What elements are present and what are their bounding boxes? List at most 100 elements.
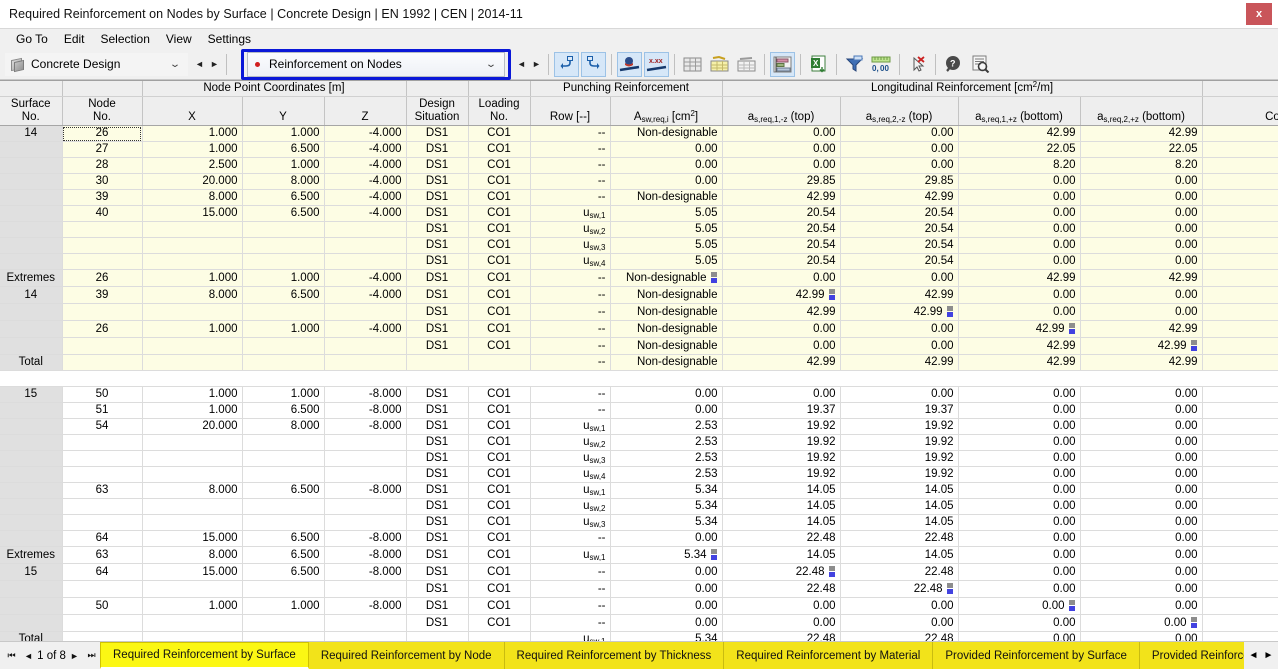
cell-node[interactable] <box>62 355 142 371</box>
cell-asw[interactable]: 0.00 <box>610 615 722 632</box>
cell-ds[interactable]: DS1 <box>406 126 468 142</box>
cell-z[interactable] <box>324 451 406 467</box>
table-row[interactable]: Extremes638.0006.500-8.000DS1CO1usw,15.3… <box>0 547 1278 564</box>
cell-lc[interactable] <box>468 355 530 371</box>
cell-ds[interactable]: DS1 <box>406 435 468 451</box>
cell-node[interactable] <box>62 304 142 321</box>
cell-surface[interactable] <box>0 190 62 206</box>
cell-x[interactable]: 1.000 <box>142 598 242 615</box>
cell-row[interactable]: usw,4 <box>530 254 610 270</box>
cell-z[interactable] <box>324 515 406 531</box>
cell-a1z[interactable]: 20.54 <box>722 238 840 254</box>
cell-a2z[interactable]: 0.00 <box>840 615 958 632</box>
cell-a2pz[interactable]: 0.00 <box>1080 403 1202 419</box>
cell-asw[interactable]: 0.00 <box>610 174 722 190</box>
cell-ds[interactable]: DS1 <box>406 387 468 403</box>
cell-a1z[interactable]: 20.54 <box>722 254 840 270</box>
cell-ds[interactable]: DS1 <box>406 190 468 206</box>
cell-a1pz[interactable]: 0.00 <box>958 598 1080 615</box>
cell-ds[interactable]: DS1 <box>406 270 468 287</box>
cell-a2pz[interactable]: 0.00 <box>1080 483 1202 499</box>
cell-lc[interactable]: CO1 <box>468 499 530 515</box>
cell-x[interactable] <box>142 467 242 483</box>
cell-a2pz[interactable]: 0.00 <box>1080 632 1202 642</box>
cell-surface[interactable] <box>0 419 62 435</box>
cell-ds[interactable]: DS1 <box>406 581 468 598</box>
cell-asw[interactable]: Non-designable <box>610 321 722 338</box>
cell-comment[interactable] <box>1202 338 1278 355</box>
selected-cell[interactable]: 26 <box>62 126 142 142</box>
tab-scroll-left-button[interactable]: ◄ <box>1246 650 1261 661</box>
cell-z[interactable]: -4.000 <box>324 174 406 190</box>
cell-y[interactable] <box>242 355 324 371</box>
cell-surface[interactable] <box>0 304 62 321</box>
table-header-a2pz[interactable]: as,req,2,+z (bottom) <box>1080 97 1202 126</box>
cell-ds[interactable]: DS1 <box>406 254 468 270</box>
cell-row[interactable]: -- <box>530 355 610 371</box>
cell-ds[interactable]: DS1 <box>406 499 468 515</box>
cell-a1pz[interactable]: 42.99 <box>958 126 1080 142</box>
cell-y[interactable] <box>242 254 324 270</box>
cell-y[interactable] <box>242 467 324 483</box>
cell-x[interactable] <box>142 615 242 632</box>
cell-comment[interactable] <box>1202 355 1278 371</box>
cell-x[interactable] <box>142 254 242 270</box>
cell-row[interactable]: usw,2 <box>530 222 610 238</box>
table-row[interactable]: DS1CO1--Non-designable42.9942.990.000.00 <box>0 304 1278 321</box>
cell-a2pz[interactable]: 42.99 <box>1080 338 1202 355</box>
cell-y[interactable] <box>242 451 324 467</box>
table-header-x[interactable]: X <box>142 97 242 126</box>
table-row[interactable]: 638.0006.500-8.000DS1CO1usw,15.3414.0514… <box>0 483 1278 499</box>
cell-asw[interactable]: Non-designable <box>610 304 722 321</box>
cell-row[interactable]: -- <box>530 387 610 403</box>
cell-asw[interactable]: Non-designable <box>610 287 722 304</box>
cell-asw[interactable]: 0.00 <box>610 598 722 615</box>
table-row[interactable]: DS1CO1usw,25.0520.5420.540.000.00 <box>0 222 1278 238</box>
cell-surface[interactable] <box>0 206 62 222</box>
table-row[interactable]: Total--Non-designable42.9942.9942.9942.9… <box>0 355 1278 371</box>
cell-node[interactable] <box>62 338 142 355</box>
table-row[interactable]: DS1CO1usw,25.3414.0514.050.000.00 <box>0 499 1278 515</box>
table-row[interactable]: Totalusw,15.3422.4822.480.000.00 <box>0 632 1278 642</box>
cell-y[interactable] <box>242 615 324 632</box>
cell-row[interactable]: usw,2 <box>530 499 610 515</box>
cell-row[interactable]: usw,1 <box>530 632 610 642</box>
cell-lc[interactable]: CO1 <box>468 254 530 270</box>
cell-comment[interactable] <box>1202 581 1278 598</box>
sheet-tab-4[interactable]: Provided Reinforcement by Surface <box>933 642 1140 669</box>
cell-ds[interactable]: DS1 <box>406 287 468 304</box>
cell-a2pz[interactable]: 42.99 <box>1080 126 1202 142</box>
table-row[interactable]: 3020.0008.000-4.000DS1CO1--0.0029.8529.8… <box>0 174 1278 190</box>
cell-lc[interactable]: CO1 <box>468 564 530 581</box>
cell-lc[interactable]: CO1 <box>468 222 530 238</box>
cell-lc[interactable]: CO1 <box>468 467 530 483</box>
cell-a2z[interactable]: 19.92 <box>840 435 958 451</box>
cell-a1pz[interactable]: 0.00 <box>958 483 1080 499</box>
menu-item-selection[interactable]: Selection <box>93 31 158 47</box>
cell-z[interactable] <box>324 467 406 483</box>
table-row[interactable]: 15501.0001.000-8.000DS1CO1--0.000.000.00… <box>0 387 1278 403</box>
table-row[interactable]: 4015.0006.500-4.000DS1CO1usw,15.0520.542… <box>0 206 1278 222</box>
table-row[interactable]: DS1CO1--0.0022.4822.480.000.00 <box>0 581 1278 598</box>
cell-comment[interactable] <box>1202 222 1278 238</box>
next-page-button[interactable]: ► <box>66 643 83 669</box>
cell-a2pz[interactable]: 8.20 <box>1080 158 1202 174</box>
cell-y[interactable] <box>242 238 324 254</box>
cell-ds[interactable]: DS1 <box>406 467 468 483</box>
cell-row[interactable]: -- <box>530 564 610 581</box>
cell-row[interactable]: usw,2 <box>530 435 610 451</box>
sheet-tab-1[interactable]: Required Reinforcement by Node <box>309 642 505 669</box>
cell-a1z[interactable]: 19.37 <box>722 403 840 419</box>
cell-a1z[interactable]: 14.05 <box>722 547 840 564</box>
cell-lc[interactable]: CO1 <box>468 126 530 142</box>
sheet-tab-0[interactable]: Required Reinforcement by Surface <box>100 642 309 669</box>
cell-z[interactable] <box>324 304 406 321</box>
table-header-ds[interactable]: DesignSituation <box>406 97 468 126</box>
cell-a1z[interactable]: 22.48 <box>722 564 840 581</box>
cell-comment[interactable] <box>1202 419 1278 435</box>
table-row[interactable]: 271.0006.500-4.000DS1CO1--0.000.000.0022… <box>0 142 1278 158</box>
cell-y[interactable]: 6.500 <box>242 531 324 547</box>
cell-asw[interactable]: 5.34 <box>610 483 722 499</box>
cell-a1pz[interactable]: 0.00 <box>958 499 1080 515</box>
cell-y[interactable] <box>242 581 324 598</box>
